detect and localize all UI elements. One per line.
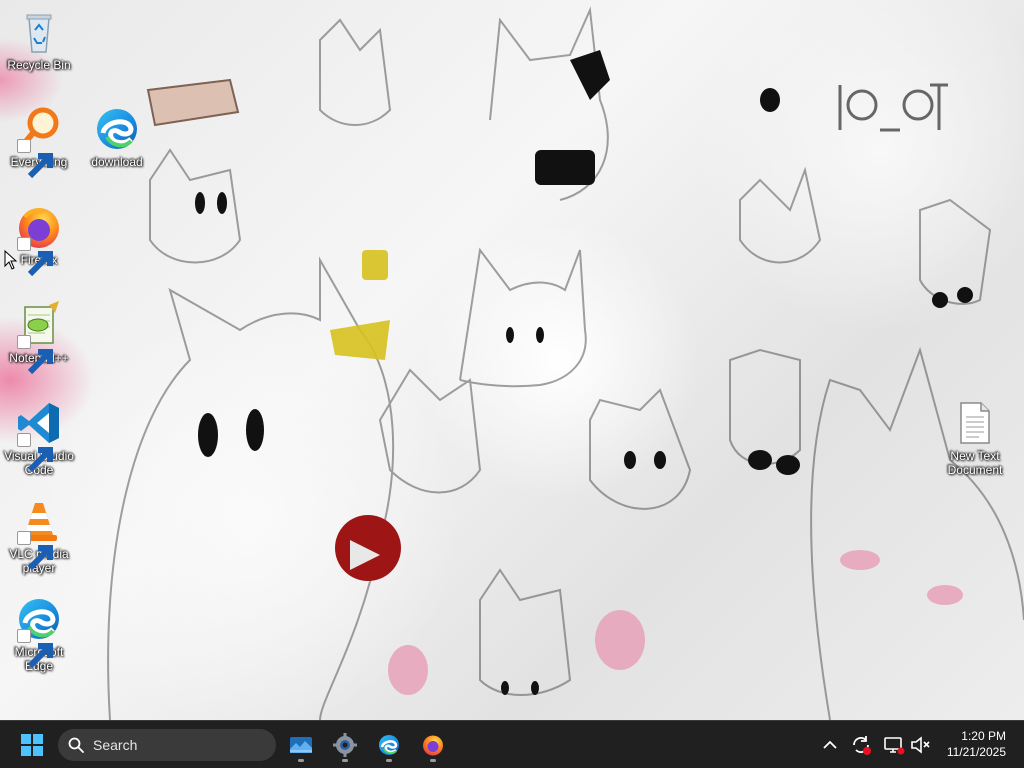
sync-icon [853,736,871,755]
vlc-icon [15,497,63,571]
desktop-icon-vscode[interactable]: Visual Studio Code [0,399,78,477]
start-button[interactable] [14,729,50,761]
desktop: Recycle Bin Everything download Firefox … [0,0,1024,720]
desktop-icon-recycle-bin[interactable]: Recycle Bin [0,8,78,72]
notepad-plus-plus-icon [15,301,63,375]
shortcut-arrow-icon [17,139,53,179]
gear-icon [333,733,357,757]
edge-icon [379,735,399,755]
running-indicator [298,759,304,762]
desktop-icon-label: New Text Document [947,449,1003,477]
volume-muted-icon [911,736,930,754]
desktop-icon-label: download [91,155,143,169]
taskbar-firefox[interactable] [414,727,452,763]
desktop-icon-microsoft-edge[interactable]: Microsoft Edge [0,595,78,673]
firefox-icon [15,203,63,277]
desktop-icon-notepad-plus-plus[interactable]: Notepad++ [0,301,78,375]
shortcut-arrow-icon [17,629,53,669]
search-label: Search [93,737,138,753]
firefox-icon [423,735,443,756]
tray-network[interactable] [882,733,906,757]
tray-sync-status[interactable] [849,733,873,757]
taskbar-edge[interactable] [370,727,408,763]
text-document-icon [951,399,999,447]
show-hidden-icons-button[interactable] [818,733,842,757]
chevron-up-icon [823,740,837,749]
shortcut-arrow-icon [17,531,53,571]
task-view-icon [290,737,312,753]
desktop-icon-download[interactable]: download [78,105,156,169]
running-indicator [386,759,392,762]
network-icon [884,737,905,755]
search-icon [68,737,84,753]
taskbar-search-box[interactable]: Search [58,729,276,761]
desktop-icon-everything[interactable]: Everything [0,105,78,179]
shortcut-arrow-icon [17,237,53,277]
edge-icon [15,595,63,669]
mouse-pointer-icon [4,250,18,270]
running-indicator [430,759,436,762]
taskbar-clock[interactable]: 1:20 PM 11/21/2025 [947,728,1006,760]
everything-search-icon [15,105,63,179]
shortcut-arrow-icon [17,433,53,473]
edge-icon [93,105,141,153]
running-indicator [342,759,348,762]
desktop-icon-label: Recycle Bin [7,58,71,72]
taskbar-settings[interactable] [326,727,364,763]
tray-volume[interactable] [908,733,932,757]
desktop-icon-vlc[interactable]: VLC media player [0,497,78,575]
clock-date: 11/21/2025 [946,745,1006,759]
shortcut-arrow-icon [17,335,53,375]
recycle-bin-icon [15,8,63,56]
vscode-icon [15,399,63,473]
windows-logo-icon [21,734,43,756]
taskbar-task-view[interactable] [282,727,320,763]
desktop-icon-new-text-document[interactable]: New Text Document [936,399,1014,477]
clock-time: 1:20 PM [961,729,1006,743]
taskbar: Search 1:20 PM 11/21/2025 [0,720,1024,768]
